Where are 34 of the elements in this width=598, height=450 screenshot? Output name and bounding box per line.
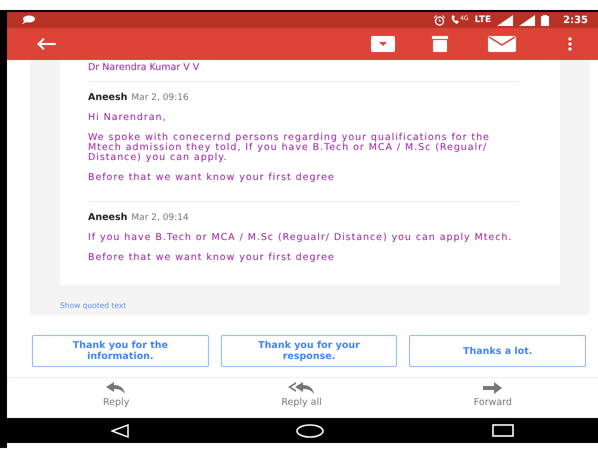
message-text: If you have B.Tech or MCA / M.Sc (Regualr/ Distance) you can apply Mtech. bbox=[88, 233, 514, 243]
sender-name: Aneesh bbox=[88, 92, 128, 103]
reply-icon bbox=[106, 382, 126, 394]
alarm-icon bbox=[434, 14, 446, 26]
smart-reply-button[interactable]: Thank you for the information. bbox=[32, 335, 209, 367]
previous-sender: Dr Narendra Kumar V V bbox=[88, 62, 520, 82]
more-icon bbox=[568, 37, 572, 51]
forward-button[interactable]: Forward bbox=[468, 382, 518, 416]
archive-button[interactable] bbox=[368, 34, 398, 54]
network-label: LTE bbox=[474, 15, 492, 25]
message-date: Mar 2, 09:16 bbox=[131, 93, 189, 103]
phone-icon bbox=[451, 15, 460, 25]
delete-button[interactable] bbox=[430, 34, 450, 54]
reply-all-icon bbox=[288, 382, 316, 394]
mail-button[interactable] bbox=[488, 34, 516, 54]
message-text: We spoke with conecernd persons regarding your qualifications for the Mtech admission they told, If you have B.Tech or MCA / M.Sc (Regualr/ Distance) you can apply. bbox=[88, 133, 491, 163]
smart-reply-button[interactable]: Thanks a lot. bbox=[409, 335, 586, 367]
forward-icon bbox=[482, 382, 503, 394]
message-text: Before that we want know your first degree bbox=[88, 253, 336, 263]
signal-icon bbox=[497, 14, 514, 26]
signal-icon bbox=[519, 14, 536, 26]
back-nav-button[interactable] bbox=[110, 424, 129, 438]
home-nav-button[interactable] bbox=[296, 424, 324, 438]
battery-icon bbox=[541, 14, 550, 26]
reply-button[interactable]: Reply bbox=[97, 382, 136, 416]
clock-time: 2:35 bbox=[563, 14, 588, 26]
message-date: Mar 2, 09:14 bbox=[131, 213, 189, 223]
sender-name: Aneesh bbox=[88, 212, 128, 223]
reply-all-button[interactable]: Reply all bbox=[275, 382, 328, 416]
message-text: Before that we want know your first degree bbox=[88, 173, 336, 183]
message-text: Hi Narendran, bbox=[88, 113, 168, 123]
smart-reply-button[interactable]: Thank you for your response. bbox=[220, 335, 398, 367]
chat-icon bbox=[21, 15, 35, 25]
recents-nav-button[interactable] bbox=[492, 424, 514, 437]
